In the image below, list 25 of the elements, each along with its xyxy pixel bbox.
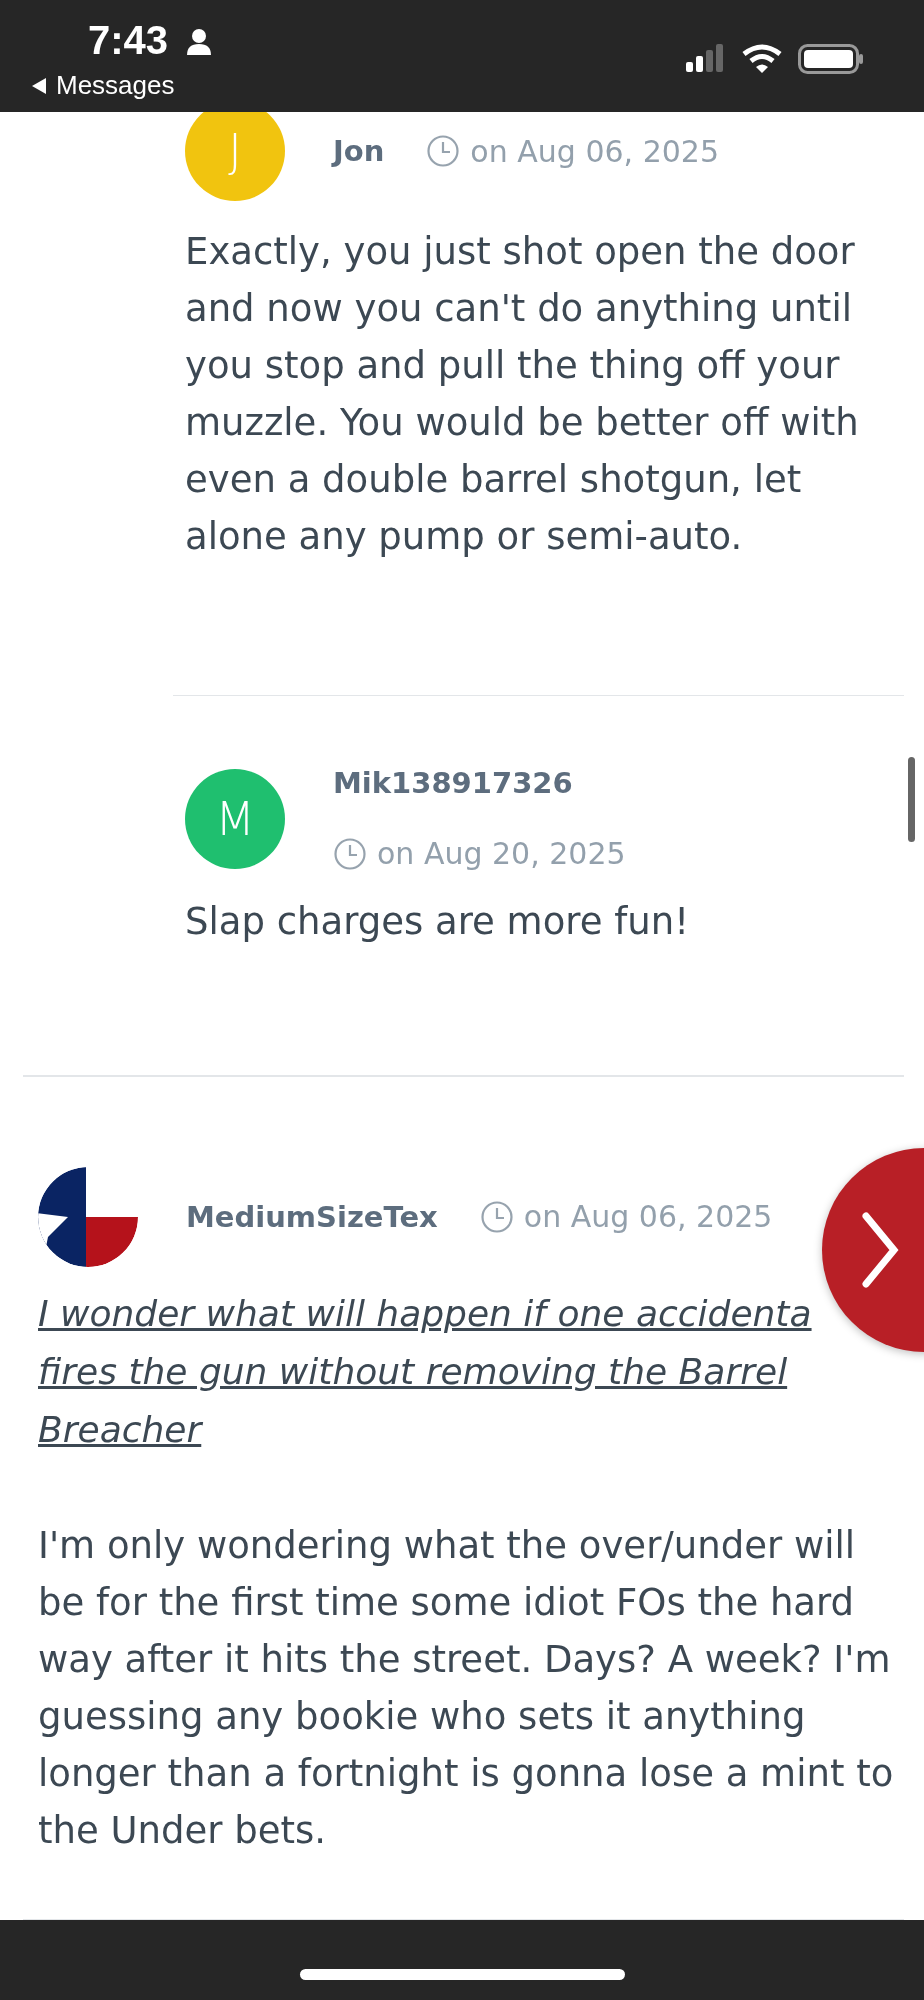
back-triangle-icon (30, 76, 48, 95)
comment-text: Slap charges are more fun! (185, 899, 690, 946)
chevron-right-icon (860, 1210, 900, 1290)
battery-icon (798, 44, 864, 74)
quote-line[interactable]: Breacher (38, 1400, 202, 1459)
comment-text: I'm only wondering what the over/under will be for the first time some idiot FOs the hard way after it hits the street. Days? A week? I'm guessing any bookie who sets it anything longer than a fortnight is gonna lose a mint to the Under bets. (38, 1522, 895, 1854)
post-date: on Aug 06, 2025 (470, 133, 719, 169)
author-name[interactable]: MediumSizeTex (186, 1199, 438, 1234)
person-icon (186, 28, 212, 56)
post-date: on Aug 06, 2025 (523, 1199, 773, 1235)
quote-line[interactable]: I wonder what will happen if one accidenta (38, 1284, 812, 1343)
clock-icon (426, 134, 461, 168)
quote-line[interactable]: fires the gun without removing the Barrel (38, 1342, 788, 1401)
back-link[interactable]: Messages (30, 70, 175, 101)
signal-icon (686, 44, 726, 74)
post-date: on Aug 20, 2025 (377, 836, 626, 872)
clock-icon (479, 1199, 514, 1234)
author-name[interactable]: Jon (333, 134, 385, 168)
avatar: M (185, 768, 285, 869)
wifi-icon (742, 44, 782, 74)
comment-text: Exactly, you just shot open the door and now you can't do anything until you stop and pull the thing off your muzzle. You would be better off with even a double barrel shotgun, let alone any pump or semi-auto. (185, 229, 860, 560)
clock-icon (333, 836, 367, 871)
avatar: J (185, 112, 285, 201)
author-name[interactable]: Mik138917326 (333, 766, 573, 801)
clock-time: 7:43 (88, 18, 169, 63)
